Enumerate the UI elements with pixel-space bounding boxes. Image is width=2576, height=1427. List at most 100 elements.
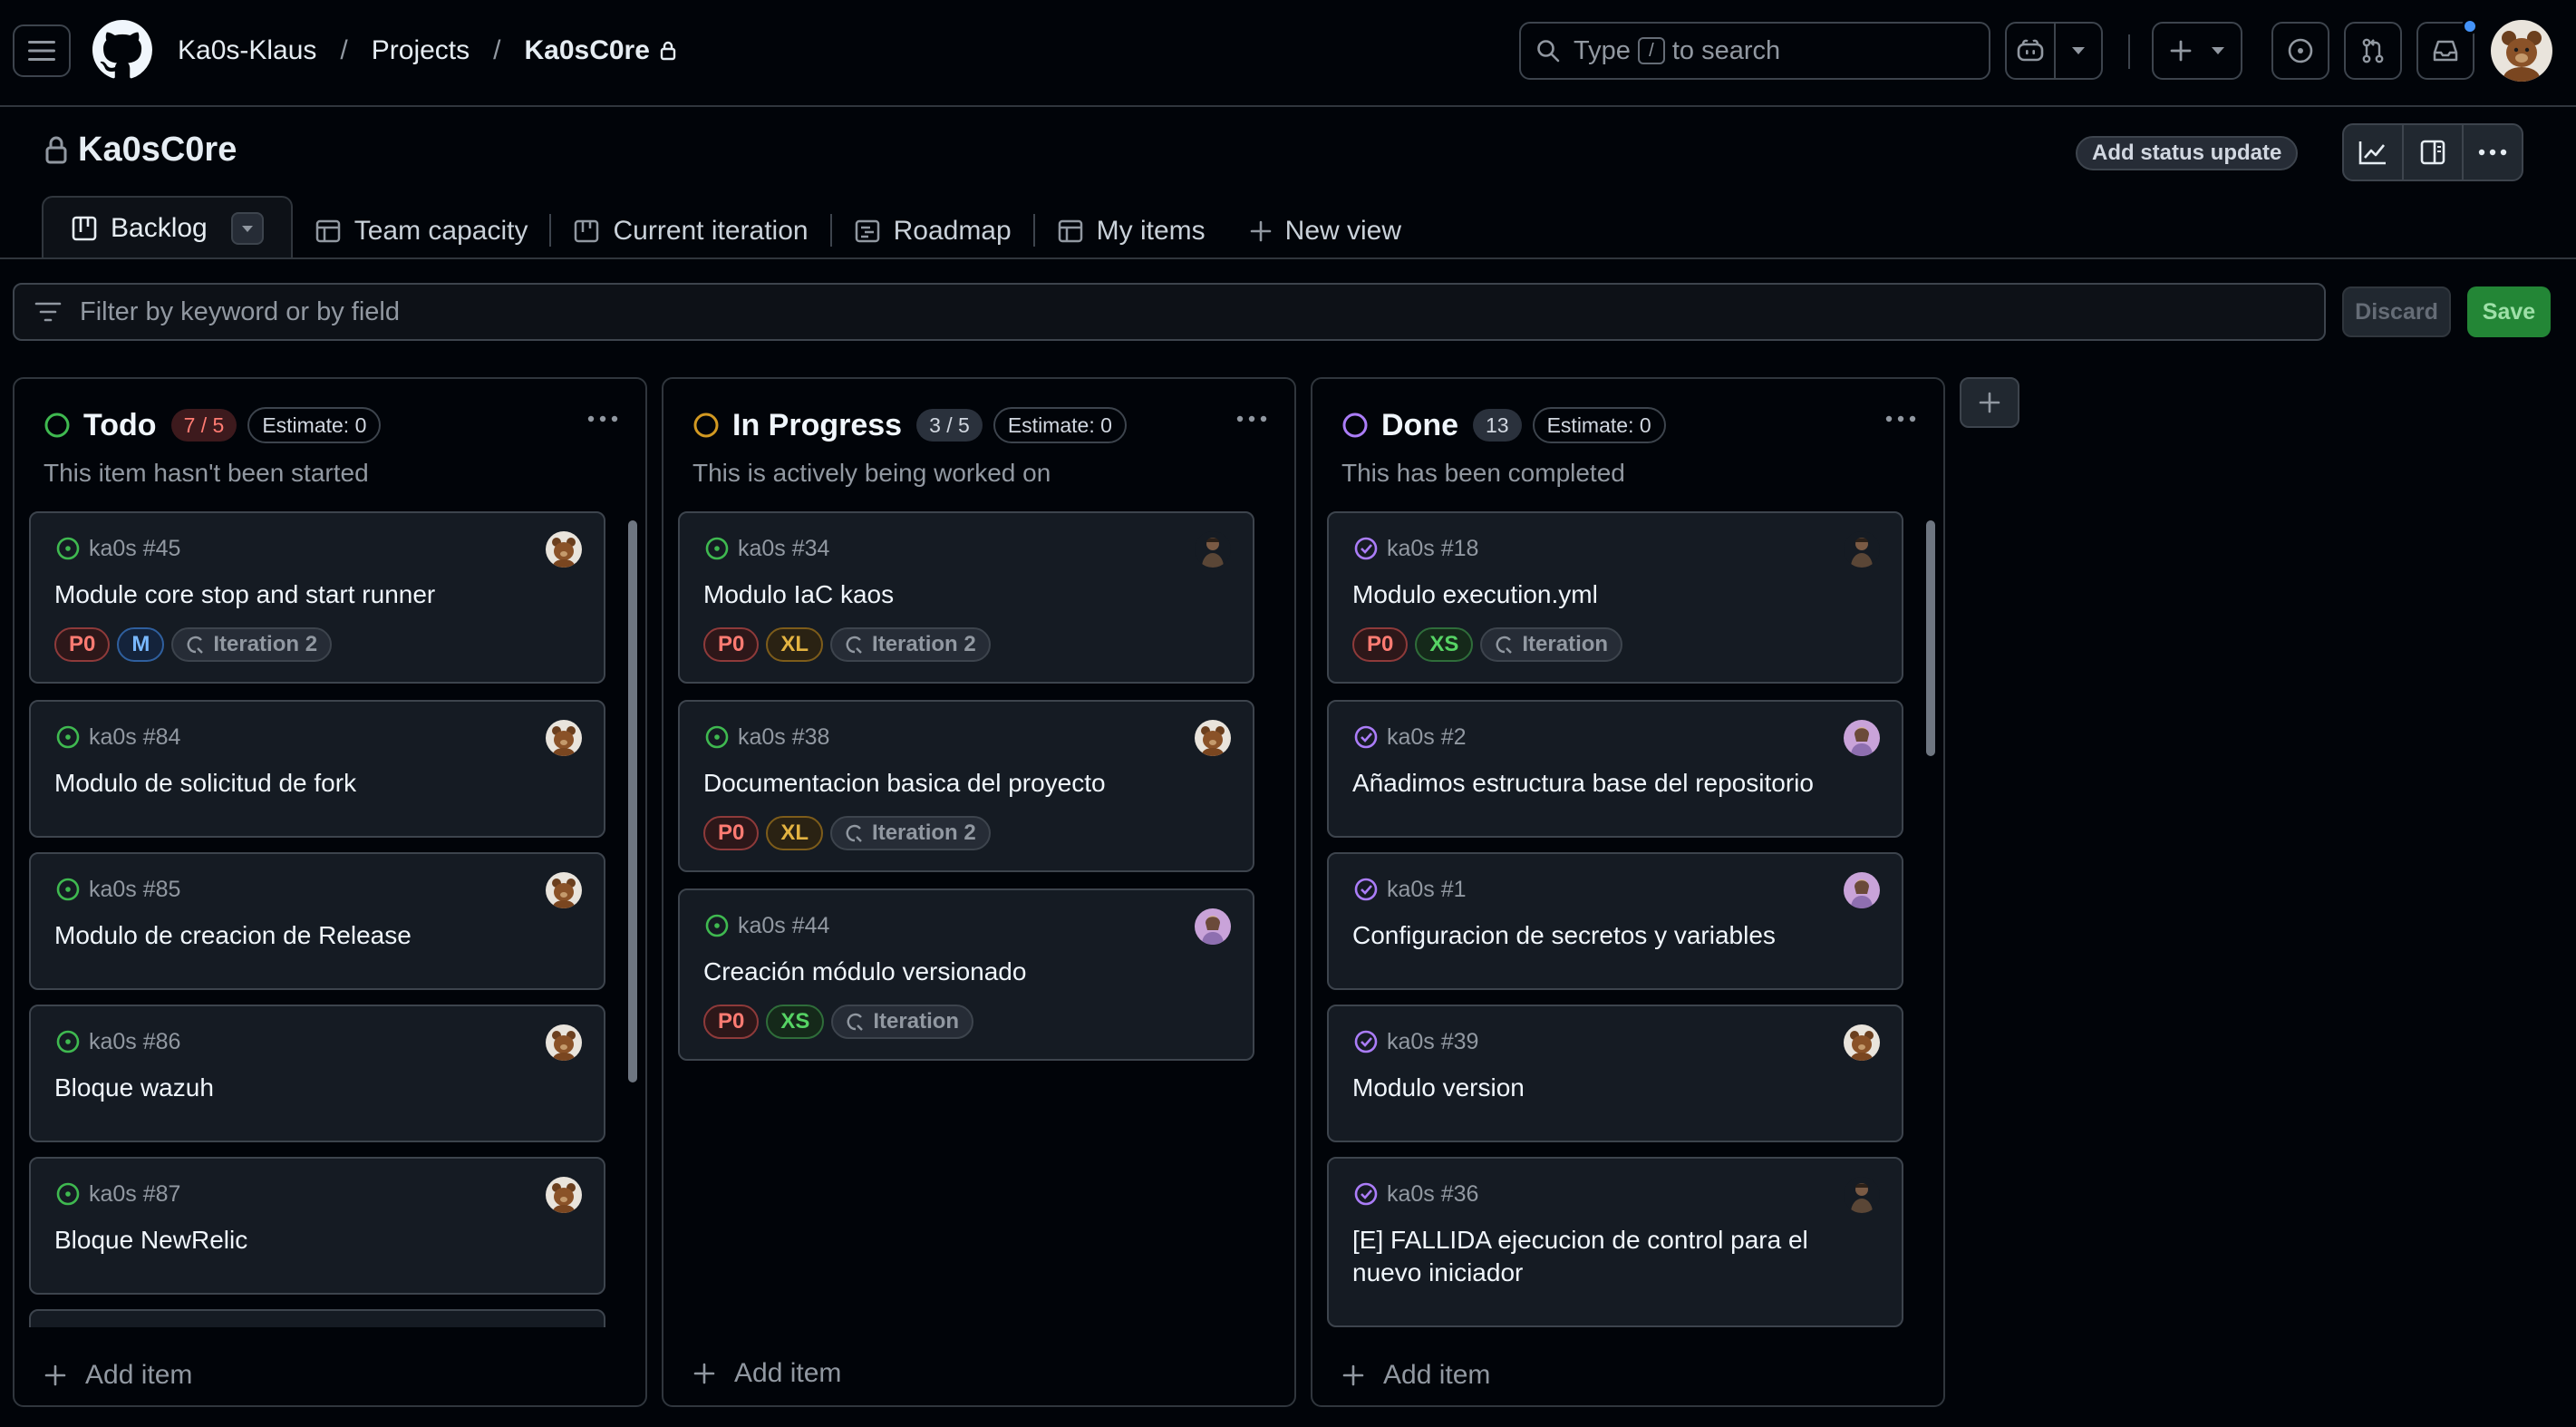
tab-label: Current iteration — [613, 216, 809, 246]
issue-card[interactable]: ka0s #1 Configuracion de secretos y vari… — [1327, 852, 1903, 990]
assignee-avatar[interactable] — [1195, 908, 1231, 945]
project-actions — [2342, 123, 2523, 181]
card-title[interactable]: Configuracion de secretos y variables — [1352, 919, 1860, 952]
issue-card[interactable]: ka0s #45 Module core stop and start runn… — [29, 511, 605, 684]
scrollbar-thumb[interactable] — [1926, 520, 1935, 756]
discard-button[interactable]: Discard — [2342, 286, 2451, 337]
card-ref: ka0s #44 — [738, 912, 830, 938]
issue-card[interactable]: ka0s #2 Añadimos estructura base del rep… — [1327, 700, 1903, 838]
assignee-avatar[interactable] — [1844, 1177, 1880, 1213]
search-input[interactable]: Type / to search — [1519, 22, 1990, 80]
column-menu-button[interactable] — [1236, 415, 1267, 422]
issue-card[interactable]: ka0s #34 Modulo IaC kaos P0 XL Iteration… — [678, 511, 1254, 684]
card-title[interactable]: Modulo IaC kaos — [703, 578, 1211, 611]
card-title[interactable]: Modulo de solicitud de fork — [54, 767, 562, 800]
card-title[interactable]: Bloque wazuh — [54, 1072, 562, 1104]
issue-card[interactable]: ka0s #84 Modulo de solicitud de fork — [29, 700, 605, 838]
add-status-update-button[interactable]: Add status update — [2076, 136, 2299, 170]
breadcrumb: Ka0s-Klaus / Projects / Ka0sC0re — [178, 31, 677, 71]
card-meta: ka0s #38 — [703, 723, 829, 751]
assignee-avatar[interactable] — [1844, 720, 1880, 756]
insights-button[interactable] — [2344, 125, 2404, 180]
board-icon — [71, 215, 98, 242]
issue-card[interactable]: ka0s #39 Modulo version — [1327, 1005, 1903, 1142]
copilot-button[interactable] — [2005, 22, 2056, 80]
add-column-button[interactable] — [1960, 377, 2019, 428]
create-new-button[interactable] — [2152, 22, 2242, 80]
size-label: XL — [766, 627, 824, 662]
assignee-avatar[interactable] — [546, 531, 582, 568]
tab-roadmap[interactable]: Roadmap — [832, 203, 1033, 259]
priority-label: P0 — [703, 1005, 760, 1039]
more-options-button[interactable] — [2464, 125, 2522, 180]
assignee-avatar[interactable] — [1844, 1024, 1880, 1061]
card-title[interactable]: Module core stop and start runner — [54, 578, 562, 611]
card-title[interactable]: Modulo execution.yml — [1352, 578, 1860, 611]
assignee-avatar[interactable] — [1195, 720, 1231, 756]
filter-input[interactable]: Filter by keyword or by field — [13, 283, 2326, 341]
add-item-label: Add item — [734, 1358, 842, 1388]
size-label: XL — [766, 816, 824, 850]
card-title[interactable]: Documentacion basica del proyecto — [703, 767, 1211, 800]
column-title: Done — [1381, 407, 1458, 442]
card-title[interactable]: Modulo version — [1352, 1072, 1860, 1104]
card-title[interactable]: [E] FALLIDA ejecucion de control para el… — [1352, 1224, 1860, 1289]
card-meta: ka0s #45 — [54, 535, 180, 562]
menu-button[interactable] — [13, 24, 71, 77]
column-menu-button[interactable] — [587, 415, 618, 422]
assignee-avatar[interactable] — [1844, 531, 1880, 568]
priority-label: P0 — [703, 627, 760, 662]
github-logo-icon[interactable] — [92, 20, 152, 80]
issues-button[interactable] — [2271, 22, 2329, 80]
breadcrumb-projects[interactable]: Projects — [372, 35, 470, 66]
tab-backlog[interactable]: Backlog — [42, 196, 293, 259]
breadcrumb-project[interactable]: Ka0sC0re — [524, 35, 649, 66]
copilot-icon — [2017, 39, 2044, 62]
issue-opened-icon — [705, 725, 729, 749]
add-item-button[interactable]: Add item — [44, 1360, 192, 1391]
side-panel-button[interactable] — [2404, 125, 2464, 180]
card-list: ka0s #45 Module core stop and start runn… — [29, 511, 605, 1327]
user-avatar[interactable] — [2491, 20, 2552, 82]
issue-card[interactable]: ka0s #36 [E] FALLIDA ejecucion de contro… — [1327, 1157, 1903, 1327]
issue-card[interactable]: ka0s #38 Documentacion basica del proyec… — [678, 700, 1254, 872]
new-view-button[interactable]: New view — [1227, 203, 1423, 259]
breadcrumb-owner[interactable]: Ka0s-Klaus — [178, 35, 316, 66]
assignee-avatar[interactable] — [546, 872, 582, 908]
assignee-avatar[interactable] — [1195, 531, 1231, 568]
column-header: Done 13 Estimate: 0 — [1341, 406, 1666, 444]
card-title[interactable]: Modulo de creacion de Release — [54, 919, 562, 952]
card-title[interactable]: Añadimos estructura base del repositorio — [1352, 767, 1860, 800]
issue-card[interactable]: ka0s #86 Bloque wazuh — [29, 1005, 605, 1142]
issue-card[interactable]: ka0s #18 Modulo execution.yml P0 XS Iter… — [1327, 511, 1903, 684]
assignee-avatar[interactable] — [546, 1024, 582, 1061]
card-title[interactable]: Bloque NewRelic — [54, 1224, 562, 1257]
pull-requests-button[interactable] — [2344, 22, 2402, 80]
column-menu-button[interactable] — [1885, 415, 1916, 422]
view-options-dropdown[interactable] — [230, 212, 264, 245]
tab-current-iteration[interactable]: Current iteration — [551, 203, 829, 259]
assignee-avatar[interactable] — [1844, 872, 1880, 908]
issue-card[interactable]: ka0s #85 Modulo de creacion de Release — [29, 852, 605, 990]
issue-card-partial[interactable] — [29, 1309, 605, 1327]
tab-team-capacity[interactable]: Team capacity — [293, 203, 550, 259]
column-scrollbar[interactable] — [1923, 511, 1938, 1327]
scrollbar-thumb[interactable] — [628, 520, 637, 1082]
assignee-avatar[interactable] — [546, 1177, 582, 1213]
card-ref: ka0s #45 — [89, 535, 181, 561]
save-button[interactable]: Save — [2467, 286, 2551, 337]
column-estimate: Estimate: 0 — [1532, 407, 1666, 443]
copilot-dropdown-button[interactable] — [2054, 22, 2103, 80]
assignee-avatar[interactable] — [546, 720, 582, 756]
table-icon — [1057, 218, 1084, 245]
card-title[interactable]: Creación módulo versionado — [703, 956, 1211, 988]
issue-card[interactable]: ka0s #44 Creación módulo versionado P0 X… — [678, 888, 1254, 1061]
add-item-button[interactable]: Add item — [1341, 1360, 1490, 1391]
size-label: XS — [766, 1005, 825, 1039]
tab-my-items[interactable]: My items — [1035, 203, 1227, 259]
project-title-text[interactable]: Ka0sC0re — [78, 131, 237, 170]
project-title: Ka0sC0re — [44, 131, 237, 170]
add-item-button[interactable]: Add item — [692, 1358, 841, 1389]
issue-card[interactable]: ka0s #87 Bloque NewRelic — [29, 1157, 605, 1295]
column-scrollbar[interactable] — [625, 511, 640, 1327]
